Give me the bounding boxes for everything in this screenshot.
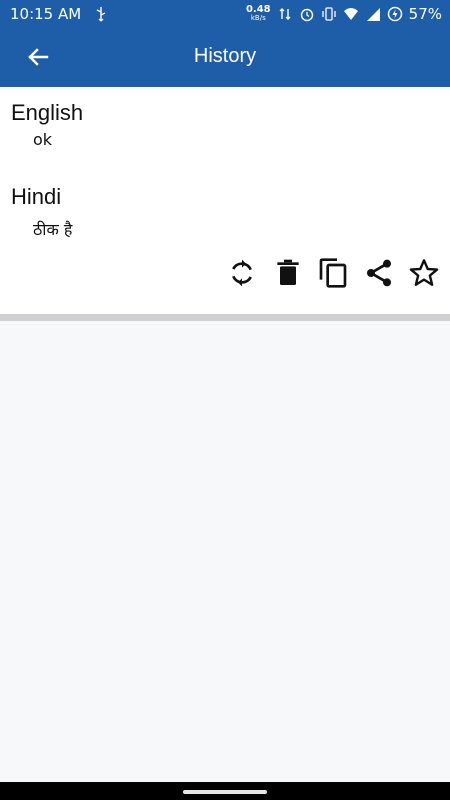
history-actions [224, 255, 442, 291]
trash-icon [276, 259, 299, 285]
vibrate-icon [321, 6, 337, 22]
target-text: ठीक है [33, 220, 73, 239]
copy-button[interactable] [315, 255, 351, 291]
net-speed-value: 0.48 [245, 4, 271, 15]
target-language-label: Hindi [11, 184, 62, 209]
app-bar: History [0, 28, 450, 87]
delete-button[interactable] [270, 255, 306, 291]
alarm-icon [299, 6, 315, 22]
battery-percent: 57% [408, 5, 442, 23]
history-card: English ok Hindi ठीक है [0, 87, 450, 314]
status-time: 10:15 AM [10, 5, 82, 23]
status-bar: 10:15 AM 0.48 kB/s 57% [0, 0, 450, 28]
home-gesture-pill[interactable] [183, 790, 267, 794]
source-language-label: English [11, 100, 84, 125]
copy-icon [319, 258, 347, 288]
share-button[interactable] [361, 255, 397, 291]
star-outline-icon [409, 259, 439, 286]
wifi-icon [343, 6, 359, 22]
net-speed-unit: kB/s [250, 14, 266, 22]
share-icon [366, 259, 391, 287]
refresh-icon [232, 259, 252, 287]
section-divider [0, 314, 450, 321]
transfer-arrows-icon [277, 6, 293, 22]
signal-icon [365, 6, 381, 22]
net-speed: 0.48 kB/s [246, 5, 271, 23]
usb-icon [93, 6, 109, 22]
refresh-button[interactable] [224, 255, 260, 291]
page-title: History [193, 45, 257, 67]
battery-saver-icon [387, 6, 403, 22]
source-text: ok [33, 130, 53, 149]
system-nav-bar [0, 782, 450, 800]
favorite-button[interactable] [406, 255, 442, 291]
